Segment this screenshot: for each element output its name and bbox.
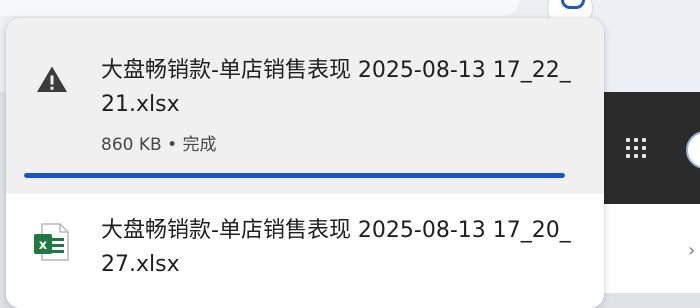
download-filename: 大盘畅销款-单店销售表现 2025-08-13 17_22_21.xlsx: [101, 58, 571, 117]
download-progress-bar: [24, 173, 565, 178]
svg-text:x: x: [39, 238, 48, 253]
chevron-right-icon[interactable]: ›: [688, 240, 695, 261]
download-status: 完成: [182, 135, 217, 155]
excel-file-icon: x: [34, 223, 69, 261]
download-size: 860 KB: [101, 135, 162, 155]
search-strip: [0, 0, 520, 16]
download-progress-fill: [24, 173, 565, 178]
download-meta: 860 KB • 完成: [101, 130, 217, 155]
separator-dot: •: [167, 135, 183, 155]
downloads-popup: 大盘畅销款-单店销售表现 2025-08-13 17_22_21.xlsx 86…: [6, 18, 604, 308]
download-item[interactable]: 大盘畅销款-单店销售表现 2025-08-13 17_22_21.xlsx 86…: [6, 18, 604, 194]
apps-grid-icon[interactable]: [626, 138, 652, 164]
background-panel: [600, 204, 700, 293]
warning-icon: [37, 66, 67, 92]
download-item[interactable]: x 大盘畅销款-单店销售表现 2025-08-13 17_20_27.xlsx: [6, 194, 604, 308]
download-filename: 大盘畅销款-单店销售表现 2025-08-13 17_20_27.xlsx: [101, 218, 571, 277]
